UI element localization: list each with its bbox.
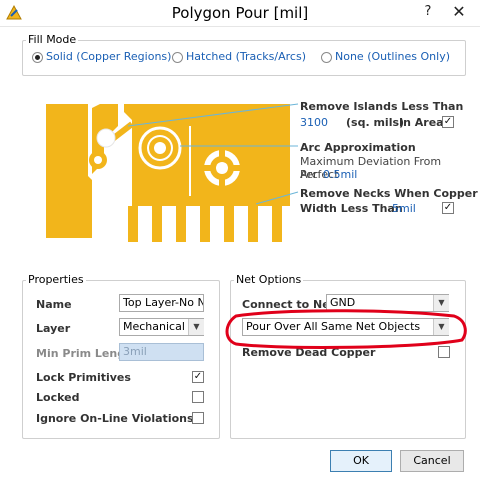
none-radio[interactable] (321, 52, 332, 63)
solid-radio[interactable] (32, 52, 43, 63)
remove-necks-value[interactable]: 5mil (392, 202, 416, 215)
lock-primitives-label: Lock Primitives (36, 371, 131, 384)
hatched-radio-label[interactable]: Hatched (Tracks/Arcs) (186, 50, 306, 63)
arc-approximation-desc-2: Arc (300, 168, 318, 181)
properties-title: Properties (26, 273, 86, 286)
ok-button[interactable]: OK (330, 450, 392, 472)
red-highlight-annotation (225, 309, 467, 349)
remove-islands-suffix: In Area (399, 116, 444, 129)
remove-necks-label-2: Width Less Than (300, 202, 403, 215)
copper-pour-shape (46, 104, 92, 238)
remove-islands-value[interactable]: 3100 (300, 116, 328, 129)
remove-necks-label-1: Remove Necks When Copper (300, 187, 478, 200)
help-button[interactable]: ? (418, 2, 438, 22)
arc-approximation-label: Arc Approximation (300, 141, 416, 154)
lock-primitives-checkbox[interactable]: ✓ (192, 371, 204, 383)
close-button[interactable]: ✕ (440, 0, 478, 24)
remove-islands-checkbox[interactable]: ✓ (442, 116, 454, 128)
hatched-radio[interactable] (172, 52, 183, 63)
remove-islands-label: Remove Islands Less Than (300, 100, 464, 113)
polygon-pour-diagram (46, 103, 299, 242)
name-field[interactable]: Top Layer-No Net (119, 294, 204, 312)
solid-radio-label[interactable]: Solid (Copper Regions) (46, 50, 171, 63)
fill-mode-title: Fill Mode (26, 33, 79, 46)
name-label: Name (36, 298, 72, 311)
locked-checkbox[interactable] (192, 391, 204, 403)
window-title: Polygon Pour [mil] (171, 4, 309, 22)
ignore-violations-checkbox[interactable] (192, 412, 204, 424)
arc-approximation-value[interactable]: 0.5mil (323, 168, 357, 181)
cancel-button[interactable]: Cancel (400, 450, 464, 472)
net-options-title: Net Options (234, 273, 304, 286)
remove-necks-checkbox[interactable]: ✓ (442, 202, 454, 214)
remove-islands-unit: (sq. mils) (346, 116, 405, 129)
ignore-violations-label: Ignore On-Line Violations (36, 412, 194, 425)
layer-label: Layer (36, 322, 71, 335)
locked-label: Locked (36, 391, 80, 404)
layer-chevron-down-icon[interactable]: ▼ (188, 319, 204, 335)
min-prim-length-field: 3mil (119, 343, 204, 361)
none-radio-label[interactable]: None (Outlines Only) (335, 50, 450, 63)
